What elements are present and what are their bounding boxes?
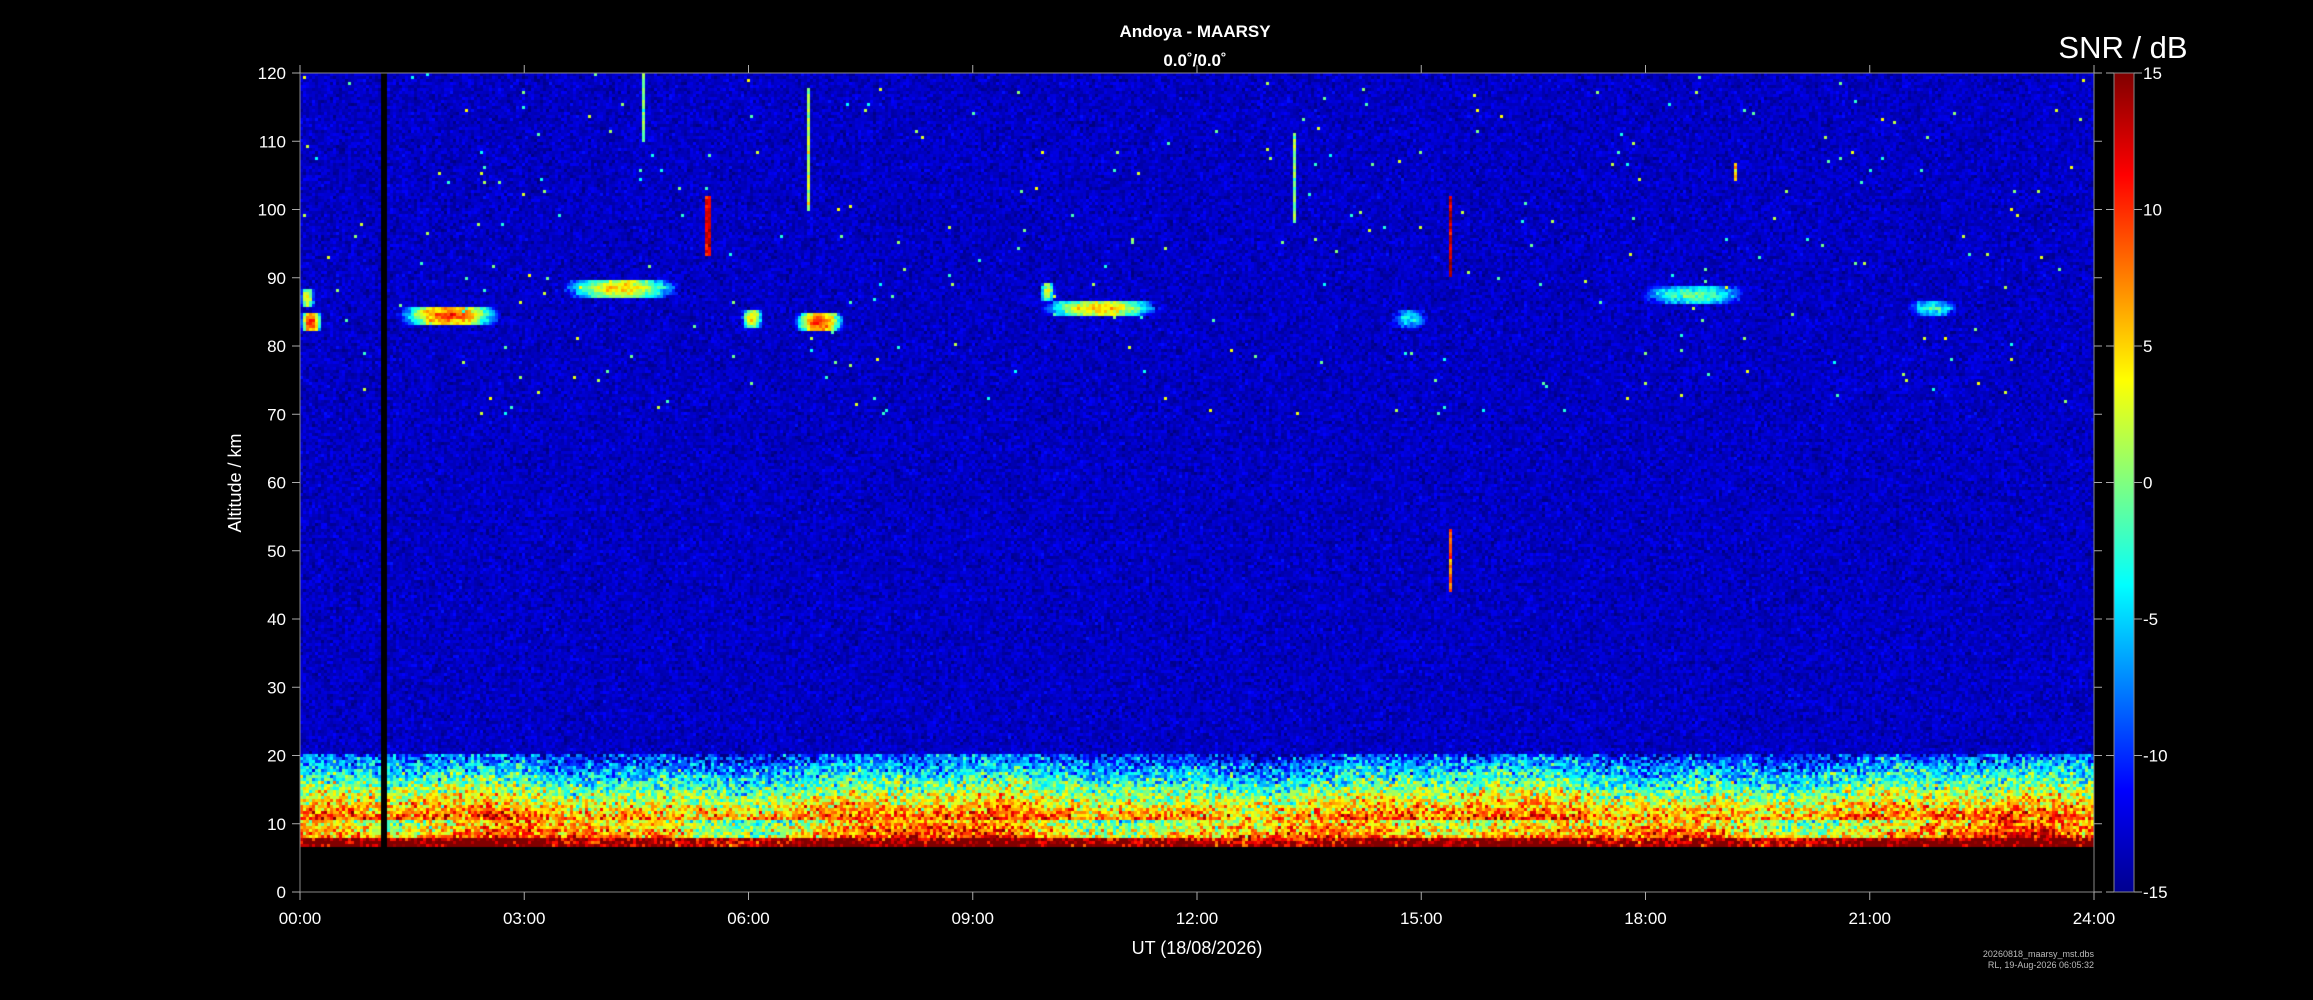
colorbar-tick-label: -10 — [2143, 747, 2168, 766]
x-tick-label: 00:00 — [279, 909, 322, 928]
heatmap-plot-area — [300, 73, 2094, 892]
y-tick-label: 70 — [267, 405, 286, 424]
snr-heatmap — [300, 73, 2094, 892]
colorbar-tick-label: -5 — [2143, 610, 2158, 629]
colorbar-tick-label: 5 — [2143, 337, 2152, 356]
footnote-stamp: RL, 19-Aug-2026 06:05:32 — [1988, 960, 2094, 970]
y-tick-label: 60 — [267, 474, 286, 493]
x-tick-label: 15:00 — [1400, 909, 1443, 928]
x-tick-label: 18:00 — [1624, 909, 1667, 928]
y-tick-label: 80 — [267, 337, 286, 356]
y-tick-label: 0 — [277, 883, 286, 902]
y-tick-label: 10 — [267, 815, 286, 834]
x-tick-label: 12:00 — [1176, 909, 1219, 928]
x-tick-label: 24:00 — [2073, 909, 2116, 928]
chart-title: Andoya - MAARSY — [1119, 22, 1271, 41]
colorbar-tick-label: 0 — [2143, 474, 2152, 493]
colorbar-tick-label: 10 — [2143, 201, 2162, 220]
footnote-file: 20260818_maarsy_mst.dbs — [1983, 949, 2095, 959]
y-tick-label: 50 — [267, 542, 286, 561]
y-tick-label: 40 — [267, 610, 286, 629]
y-tick-label: 110 — [259, 132, 286, 151]
y-axis-label: Altitude / km — [225, 433, 245, 532]
y-tick-label: 100 — [258, 201, 286, 220]
chart-subtitle: 0.0˚/0.0˚ — [1163, 51, 1226, 70]
x-axis-label: UT (18/08/2026) — [1132, 938, 1263, 958]
x-tick-label: 21:00 — [1848, 909, 1891, 928]
x-tick-label: 09:00 — [951, 909, 994, 928]
y-tick-label: 120 — [258, 64, 286, 83]
colorbar-tick-label: -15 — [2143, 883, 2168, 902]
y-tick-label: 90 — [267, 269, 286, 288]
colorbar-gradient — [2113, 72, 2135, 893]
x-tick-label: 06:00 — [727, 909, 770, 928]
colorbar-tick-label: 15 — [2143, 64, 2162, 83]
y-tick-label: 20 — [267, 747, 286, 766]
x-tick-label: 03:00 — [503, 909, 546, 928]
chart: Andoya - MAARSY 0.0˚/0.0˚ 00:00 03:00 06:0… — [225, 22, 2188, 970]
colorbar-label: SNR / dB — [2058, 30, 2187, 65]
y-tick-label: 30 — [267, 678, 286, 697]
